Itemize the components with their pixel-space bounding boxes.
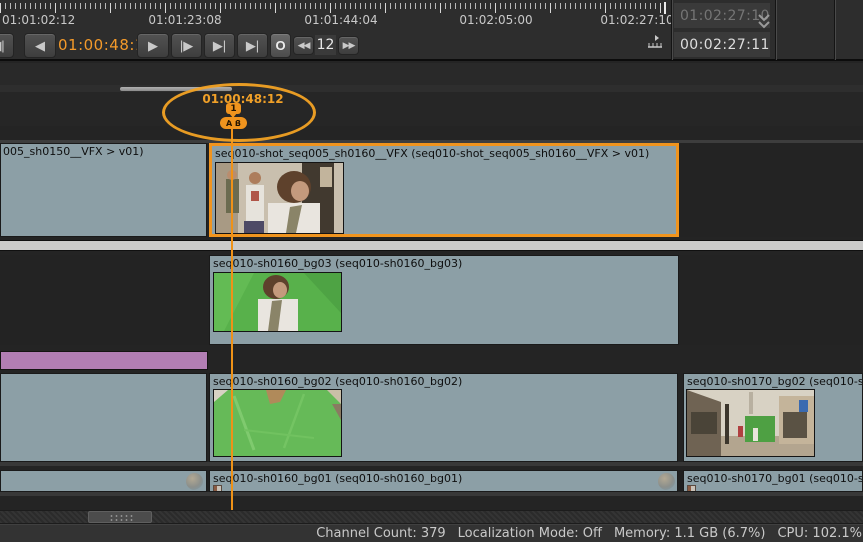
step-backward-button[interactable]: ◀| — [0, 33, 14, 58]
sequence-duration-display[interactable]: 01:02:27:10 — [674, 3, 770, 28]
go-to-next-edit-button[interactable]: ▶| — [204, 33, 235, 58]
clip-title: seq010-sh0160_bg02 (seq010-sh0160_bg02) — [213, 375, 462, 388]
ruler-label: 01:02:27:10 — [600, 13, 673, 27]
track-separator — [0, 492, 863, 496]
clip-v2-left[interactable] — [0, 373, 207, 462]
track-v2: seq010-sh0160_bg02 (seq010-sh0160_bg02) … — [0, 373, 863, 462]
clip-marker-icon — [213, 485, 222, 492]
play-reverse-icon: ◀ — [35, 38, 45, 54]
purple-clip-strip[interactable] — [0, 351, 208, 370]
ruler-label: 01:01:02:12 — [2, 13, 75, 27]
status-channel-count: Channel Count: 379 — [316, 526, 445, 541]
clip-sh0160-bg01[interactable]: seq010-sh0160_bg01 (seq010-sh0160_bg01) — [209, 470, 678, 492]
play-reverse-button[interactable]: ◀ — [24, 33, 56, 58]
clip-sh0170-bg02[interactable]: seq010-sh0170_bg02 (seq010-sh01 — [683, 373, 863, 462]
play-in-to-out-button[interactable]: |▶ — [171, 33, 202, 58]
collapse-chevrons-icon[interactable] — [757, 13, 771, 31]
status-bar: Channel Count: 379 Localization Mode: Of… — [0, 524, 863, 542]
horizontal-scrollbar-thumb[interactable] — [88, 511, 152, 523]
step-count-field[interactable]: 12 — [315, 35, 336, 55]
sequence-ruler-ticks — [0, 3, 668, 13]
motion-effect-icon — [658, 473, 675, 490]
go-to-end-icon: ▶| — [246, 38, 259, 54]
clip-sh0170-bg01[interactable]: seq010-sh0170_bg01 (seq010-sh01 — [683, 470, 863, 492]
play-button[interactable]: ▶ — [137, 33, 169, 58]
scrollbar-grip-icon — [109, 514, 133, 522]
clip-thumbnail-street-greenscreen — [686, 389, 815, 457]
timeline-top-band — [0, 63, 863, 85]
ruler-label: 01:02:05:00 — [459, 13, 532, 27]
motion-effect-icon — [186, 473, 203, 490]
clip-title: seq010-shot_seq005_sh0160__VFX (seq010-s… — [215, 147, 649, 160]
panel-divider — [776, 0, 777, 60]
clip-title: seq010-sh0160_bg03 (seq010-sh0160_bg03) — [213, 257, 462, 270]
status-memory: Memory: 1.1 GB (6.7%) — [614, 526, 766, 541]
timeline-window: 01:01:02:12 01:01:23:08 01:01:44:04 01:0… — [0, 0, 863, 542]
in-out-markers[interactable]: A B — [220, 117, 247, 129]
go-to-end-button[interactable]: ▶| — [237, 33, 268, 58]
clip-sh0160-bg02[interactable]: seq010-sh0160_bg02 (seq010-sh0160_bg02) — [209, 373, 678, 462]
play-in-to-out-icon: |▶ — [180, 38, 193, 54]
panel-divider — [835, 0, 836, 60]
track-v4: 005_sh0150__VFX > v01) seq010-shot_seq00… — [0, 143, 863, 237]
clip-title: 005_sh0150__VFX > v01) — [3, 145, 144, 158]
mark-clip-icon[interactable] — [646, 34, 664, 49]
clip-sh0160-vfx-selected[interactable]: seq010-shot_seq005_sh0160__VFX (seq010-s… — [209, 143, 679, 237]
ruler-label: 01:01:23:08 — [148, 13, 221, 27]
panel-divider — [672, 0, 673, 60]
step-back-10-button[interactable]: ◀◀ — [293, 36, 314, 55]
clip-sh0160-bg03[interactable]: seq010-sh0160_bg03 (seq010-sh0160_bg03) — [209, 255, 679, 345]
clip-marker-icon — [687, 485, 696, 492]
step-forward-10-button[interactable]: ▶▶ — [338, 36, 359, 55]
timecode-counter-display[interactable]: 00:02:27:11 — [674, 32, 770, 57]
play-icon: ▶ — [148, 38, 158, 54]
step-backward-icon: ◀| — [0, 38, 5, 54]
rewind-icon: ◀◀ — [298, 40, 310, 51]
status-cpu: CPU: 102.1% — [777, 526, 862, 541]
timeline-ruler[interactable]: 01:00:47:22 01:00:50:00 — [0, 92, 863, 126]
playhead-line[interactable] — [231, 126, 233, 510]
clip-title: seq010-sh0170_bg01 (seq010-sh01 — [687, 472, 863, 485]
collapsed-track-strip[interactable] — [0, 240, 863, 251]
go-to-next-edit-icon: ▶| — [213, 38, 226, 54]
track-separator — [0, 462, 863, 466]
status-localization-mode: Localization Mode: Off — [458, 526, 602, 541]
clip-title: seq010-sh0170_bg02 (seq010-sh01 — [687, 375, 863, 388]
clip-v1-left[interactable] — [0, 470, 207, 492]
track-v1: seq010-sh0160_bg01 (seq010-sh0160_bg01) … — [0, 470, 863, 492]
clip-title: seq010-sh0160_bg01 (seq010-sh0160_bg01) — [213, 472, 462, 485]
clip-thumbnail-boy-street — [215, 162, 344, 234]
o-button[interactable]: O — [270, 33, 291, 58]
master-timecode-display[interactable]: 01:00:48:12 — [58, 36, 136, 54]
fast-forward-icon: ▶▶ — [343, 40, 355, 51]
clip-sh0150-vfx[interactable]: 005_sh0150__VFX > v01) — [0, 143, 207, 237]
ruler-label: 01:01:44:04 — [304, 13, 377, 27]
track-v3: seq010-sh0160_bg03 (seq010-sh0160_bg03) — [0, 255, 863, 345]
playhead-timecode: 01:00:48:12 — [202, 92, 283, 106]
